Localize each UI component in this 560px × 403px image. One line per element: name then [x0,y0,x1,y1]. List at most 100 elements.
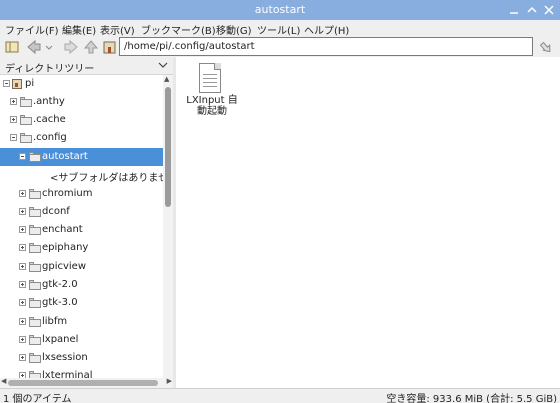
tree-item-dconf[interactable]: dconf [0,203,163,221]
folder-icon [20,97,32,107]
tree-item-label: autostart [42,151,88,162]
menu-bar: ファイル(F) 編集(E) 表示(V) ブックマーク(B) 移動(G) ツール(… [0,20,560,37]
collapse-icon[interactable] [10,134,17,141]
status-bar: 1 個のアイテム 空き容量: 933.6 MiB (合計: 5.5 GiB) [0,388,560,403]
sidebar: ディレクトリツリー pi .anthy .cache .config autos… [0,57,173,388]
folder-icon [29,298,41,308]
tree-item-label: dconf [42,206,70,217]
tree-vertical-scrollbar[interactable]: ▲ ▼ [163,75,173,388]
expand-icon[interactable] [19,336,26,343]
collapse-icon[interactable] [19,153,26,160]
home-icon[interactable] [102,39,118,55]
forward-icon[interactable] [63,39,79,55]
menu-edit[interactable]: 編集(E) [62,22,96,37]
tree-item-label: .anthy [33,96,65,107]
menu-bookmarks[interactable]: ブックマーク(B) [141,22,216,37]
menu-view[interactable]: 表示(V) [100,22,135,37]
tree-item-lxpanel[interactable]: lxpanel [0,331,163,349]
folder-icon [29,189,41,199]
tree-item-anthy[interactable]: .anthy [0,93,163,111]
go-icon[interactable] [538,39,554,55]
folder-icon [20,115,32,125]
menu-help[interactable]: ヘルプ(H) [304,22,349,37]
tree-item-gpicview[interactable]: gpicview [0,258,163,276]
file-name: LXInput 自動起動 [186,95,238,117]
tree-item-label: gtk-3.0 [42,297,78,308]
history-dropdown-icon[interactable] [44,39,60,55]
folder-icon [29,280,41,290]
home-folder-icon [12,79,22,89]
collapse-icon[interactable] [3,80,10,87]
maximize-icon[interactable] [524,2,540,18]
scroll-left-icon[interactable]: ◀ [1,377,6,385]
tree-item-epiphany[interactable]: epiphany [0,239,163,257]
expand-icon[interactable] [10,116,17,123]
expand-icon[interactable] [19,208,26,215]
folder-icon [29,317,41,327]
title-bar: autostart [0,0,560,20]
tree-item-label: enchant [42,224,83,235]
minimize-icon[interactable] [506,2,522,18]
chevron-down-icon[interactable] [158,59,168,74]
tree-item-autostart[interactable]: autostart [0,148,163,166]
close-icon[interactable] [541,2,557,18]
item-count: 1 個のアイテム [3,394,72,403]
expand-icon[interactable] [19,263,26,270]
tree-item-cache[interactable]: .cache [0,111,163,129]
tree-item-chromium[interactable]: chromium [0,185,163,203]
tree-item-label: epiphany [42,242,89,253]
menu-tools[interactable]: ツール(L) [257,22,300,37]
horizontal-scroll-thumb[interactable] [8,380,158,386]
expand-icon[interactable] [19,281,26,288]
sidepane-toggle-icon[interactable] [4,39,20,55]
location-bar[interactable] [119,37,533,56]
tree-item-label: chromium [42,188,93,199]
file-item[interactable]: LXInput 自動起動 [182,63,242,123]
up-icon[interactable] [83,39,99,55]
tree-item-config[interactable]: .config [0,129,163,147]
tree-item-enchant[interactable]: enchant [0,221,163,239]
folder-icon [29,353,41,363]
menu-file[interactable]: ファイル(F) [5,22,59,37]
tree-item-label: libfm [42,316,68,327]
document-icon [199,63,221,93]
window-title: autostart [254,3,306,16]
expand-icon[interactable] [19,190,26,197]
scroll-thumb[interactable] [165,87,171,207]
expand-icon[interactable] [10,98,17,105]
menu-go[interactable]: 移動(G) [216,22,252,37]
expand-icon[interactable] [19,299,26,306]
file-view[interactable]: LXInput 自動起動 [176,57,560,388]
tree-item-label: gtk-2.0 [42,279,78,290]
tree-item-pi[interactable]: pi [0,75,163,93]
folder-icon [29,225,41,235]
sidebar-mode-selector[interactable]: ディレクトリツリー [0,57,173,75]
path-input[interactable] [120,38,532,55]
tree-item-lxsession[interactable]: lxsession [0,349,163,367]
tree-item-label: gpicview [42,261,86,272]
expand-icon[interactable] [19,226,26,233]
scroll-up-icon[interactable]: ▲ [164,75,169,83]
expand-icon[interactable] [19,318,26,325]
expand-icon[interactable] [19,354,26,361]
folder-icon [29,152,41,162]
directory-tree[interactable]: pi .anthy .cache .config autostart <サブフォ… [0,75,163,388]
free-space: 空き容量: 933.6 MiB (合計: 5.5 GiB) [386,394,557,403]
folder-icon [20,133,32,143]
tree-item-label: lxpanel [42,334,79,345]
expand-icon[interactable] [19,244,26,251]
tree-item-label: <サブフォルダはありません> [50,173,163,184]
tree-horizontal-scrollbar[interactable]: ◀ ▶ [0,377,173,388]
tree-item-label: .config [33,132,67,143]
folder-icon [29,243,41,253]
back-icon[interactable] [26,39,42,55]
tree-item-libfm[interactable]: libfm [0,313,163,331]
tree-item-label: .cache [33,114,66,125]
tree-item-gtk-2[interactable]: gtk-2.0 [0,276,163,294]
tree-item-label: lxsession [42,352,88,363]
scroll-right-icon[interactable]: ▶ [167,377,172,385]
tree-item-no-subfolders: <サブフォルダはありません> [0,166,163,184]
folder-icon [29,335,41,345]
tree-item-gtk-3[interactable]: gtk-3.0 [0,294,163,312]
tree-item-label: pi [25,78,35,89]
